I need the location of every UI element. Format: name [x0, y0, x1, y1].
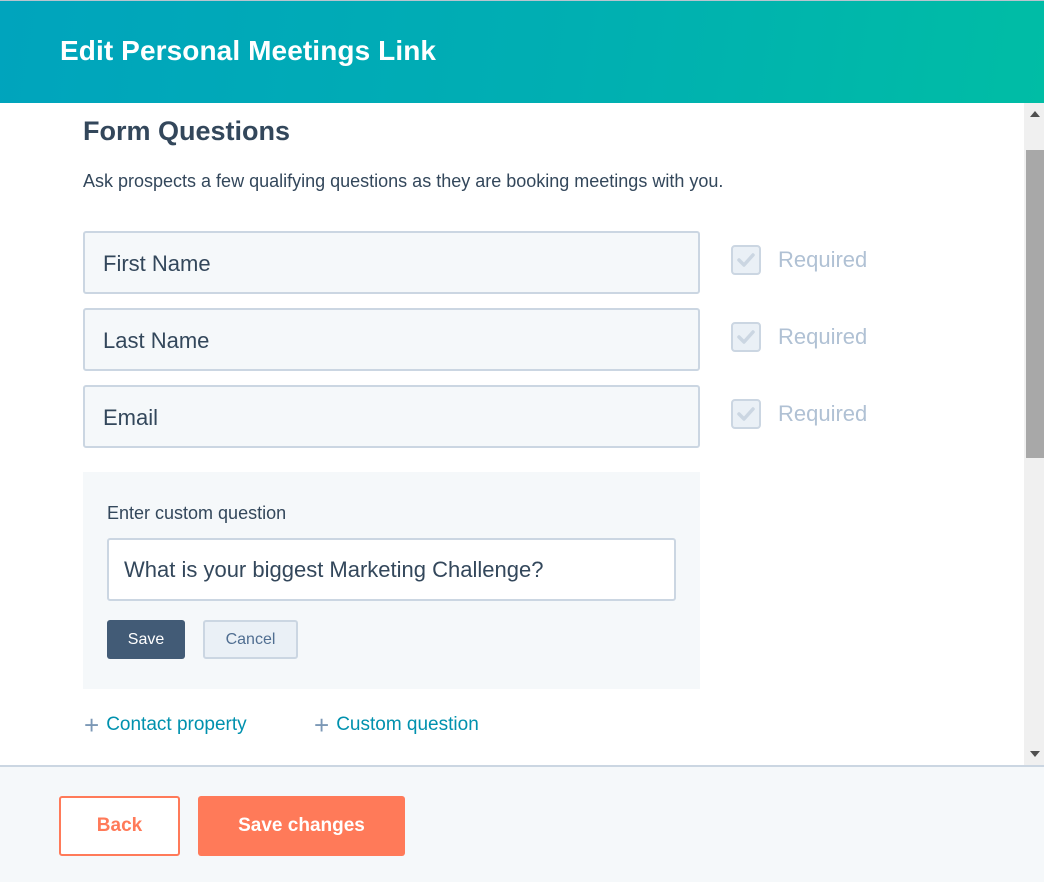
checkmark-icon — [737, 407, 755, 421]
modal-content: Form Questions Ask prospects a few quali… — [0, 103, 1024, 765]
required-label: Required — [778, 247, 868, 272]
scroll-up-arrow-icon[interactable] — [1030, 111, 1040, 117]
field-first-name[interactable]: First Name — [83, 231, 700, 294]
modal-footer: Back Save changes — [0, 765, 1044, 882]
section-title: Form Questions — [83, 116, 291, 146]
required-checkbox[interactable] — [731, 322, 761, 352]
required-toggle-last-name[interactable]: Required — [731, 322, 867, 352]
custom-question-input[interactable]: What is your biggest Marketing Challenge… — [107, 538, 676, 601]
add-custom-question-label: Custom question — [336, 714, 479, 735]
required-label: Required — [778, 324, 868, 349]
modal-header: Edit Personal Meetings Link — [0, 0, 1044, 103]
custom-question-label: Enter custom question — [107, 503, 287, 523]
field-email[interactable]: Email — [83, 385, 700, 448]
modal-title: Edit Personal Meetings Link — [60, 35, 437, 66]
field-label: Email — [103, 405, 159, 430]
cancel-question-button[interactable]: Cancel — [203, 620, 298, 659]
required-checkbox[interactable] — [731, 399, 761, 429]
back-button[interactable]: Back — [59, 796, 180, 856]
scroll-down-arrow-icon[interactable] — [1030, 751, 1040, 757]
save-question-button[interactable]: Save — [107, 620, 185, 659]
required-toggle-email[interactable]: Required — [731, 399, 867, 429]
required-label: Required — [778, 401, 868, 426]
checkmark-icon — [737, 330, 755, 344]
section-description: Ask prospects a few qualifying questions… — [83, 171, 724, 191]
vertical-scrollbar[interactable] — [1024, 103, 1044, 765]
custom-question-panel: Enter custom question What is your bigge… — [83, 472, 700, 689]
scrollbar-thumb[interactable] — [1026, 150, 1044, 458]
required-toggle-first-name[interactable]: Required — [731, 245, 867, 275]
save-changes-button[interactable]: Save changes — [198, 796, 405, 856]
field-last-name[interactable]: Last Name — [83, 308, 700, 371]
add-contact-property-link[interactable]: + Contact property — [84, 710, 247, 740]
checkmark-icon — [737, 253, 755, 267]
add-contact-property-label: Contact property — [106, 714, 247, 735]
required-checkbox[interactable] — [731, 245, 761, 275]
plus-icon: + — [314, 710, 330, 740]
plus-icon: + — [84, 710, 100, 740]
add-custom-question-link[interactable]: + Custom question — [314, 710, 479, 740]
field-label: First Name — [103, 251, 211, 276]
field-label: Last Name — [103, 328, 210, 353]
